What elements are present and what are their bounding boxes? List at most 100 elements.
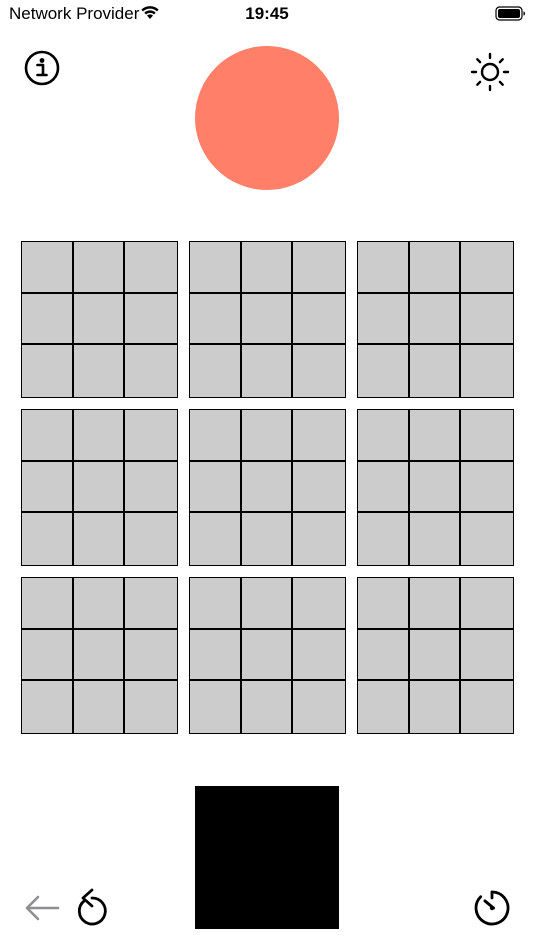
puzzle-cell[interactable]	[73, 461, 126, 514]
puzzle-cell[interactable]	[22, 293, 74, 346]
puzzle-cell[interactable]	[190, 410, 242, 462]
puzzle-block	[189, 409, 346, 566]
puzzle-cell[interactable]	[358, 513, 410, 565]
puzzle-cell[interactable]	[358, 629, 410, 682]
puzzle-cell[interactable]	[190, 461, 242, 514]
puzzle-cell[interactable]	[293, 629, 345, 682]
puzzle-cell[interactable]	[190, 293, 242, 346]
puzzle-cell[interactable]	[190, 629, 242, 682]
puzzle-cell[interactable]	[409, 578, 462, 630]
puzzle-cell[interactable]	[73, 293, 126, 346]
puzzle-cell[interactable]	[461, 345, 513, 397]
puzzle-cell[interactable]	[461, 681, 513, 733]
puzzle-cell[interactable]	[73, 242, 126, 294]
puzzle-cell[interactable]	[409, 293, 462, 346]
info-icon[interactable]	[24, 50, 60, 86]
puzzle-board	[21, 241, 514, 735]
puzzle-cell[interactable]	[358, 293, 410, 346]
puzzle-cell[interactable]	[293, 242, 345, 294]
puzzle-cell[interactable]	[293, 293, 345, 346]
puzzle-cell[interactable]	[22, 513, 74, 565]
puzzle-cell[interactable]	[125, 345, 177, 397]
timer-icon[interactable]	[472, 888, 512, 928]
puzzle-cell[interactable]	[461, 629, 513, 682]
puzzle-cell[interactable]	[190, 578, 242, 630]
puzzle-cell[interactable]	[22, 242, 74, 294]
puzzle-cell[interactable]	[73, 513, 126, 565]
puzzle-cell[interactable]	[461, 410, 513, 462]
puzzle-cell[interactable]	[22, 345, 74, 397]
puzzle-cell[interactable]	[358, 681, 410, 733]
puzzle-cell[interactable]	[73, 410, 126, 462]
puzzle-block	[21, 241, 178, 398]
puzzle-block	[189, 577, 346, 734]
puzzle-block	[21, 577, 178, 734]
puzzle-cell[interactable]	[125, 410, 177, 462]
puzzle-cell[interactable]	[293, 578, 345, 630]
puzzle-cell[interactable]	[293, 461, 345, 514]
puzzle-cell[interactable]	[461, 242, 513, 294]
puzzle-cell[interactable]	[22, 681, 74, 733]
target-color-circle	[195, 46, 339, 190]
puzzle-cell[interactable]	[409, 410, 462, 462]
puzzle-cell[interactable]	[22, 461, 74, 514]
puzzle-cell[interactable]	[73, 578, 126, 630]
puzzle-cell[interactable]	[409, 461, 462, 514]
puzzle-cell[interactable]	[73, 681, 126, 733]
puzzle-cell[interactable]	[125, 578, 177, 630]
puzzle-block	[357, 241, 514, 398]
puzzle-cell[interactable]	[409, 629, 462, 682]
puzzle-cell[interactable]	[461, 578, 513, 630]
puzzle-cell[interactable]	[241, 681, 294, 733]
puzzle-cell[interactable]	[461, 293, 513, 346]
puzzle-block	[21, 409, 178, 566]
puzzle-cell[interactable]	[241, 293, 294, 346]
puzzle-cell[interactable]	[125, 629, 177, 682]
puzzle-cell[interactable]	[293, 513, 345, 565]
puzzle-cell[interactable]	[125, 681, 177, 733]
puzzle-cell[interactable]	[358, 242, 410, 294]
puzzle-cell[interactable]	[293, 345, 345, 397]
puzzle-cell[interactable]	[461, 513, 513, 565]
puzzle-cell[interactable]	[409, 242, 462, 294]
current-color-preview	[195, 786, 339, 929]
puzzle-cell[interactable]	[190, 681, 242, 733]
puzzle-cell[interactable]	[241, 513, 294, 565]
puzzle-cell[interactable]	[358, 345, 410, 397]
undo-icon[interactable]	[72, 886, 112, 928]
puzzle-cell[interactable]	[190, 345, 242, 397]
puzzle-cell[interactable]	[409, 345, 462, 397]
puzzle-cell[interactable]	[293, 410, 345, 462]
puzzle-block	[189, 241, 346, 398]
puzzle-cell[interactable]	[125, 461, 177, 514]
puzzle-cell[interactable]	[190, 513, 242, 565]
puzzle-cell[interactable]	[73, 629, 126, 682]
puzzle-cell[interactable]	[358, 578, 410, 630]
puzzle-cell[interactable]	[125, 242, 177, 294]
status-bar: Network Provider 19:45	[0, 0, 534, 28]
puzzle-cell[interactable]	[73, 345, 126, 397]
arrow-left-icon[interactable]	[22, 890, 62, 926]
puzzle-cell[interactable]	[409, 513, 462, 565]
puzzle-cell[interactable]	[461, 461, 513, 514]
puzzle-cell[interactable]	[409, 681, 462, 733]
puzzle-cell[interactable]	[293, 681, 345, 733]
puzzle-block	[357, 577, 514, 734]
puzzle-cell[interactable]	[22, 578, 74, 630]
puzzle-cell[interactable]	[22, 410, 74, 462]
puzzle-cell[interactable]	[241, 345, 294, 397]
puzzle-cell[interactable]	[125, 513, 177, 565]
puzzle-cell[interactable]	[22, 629, 74, 682]
puzzle-cell[interactable]	[241, 410, 294, 462]
puzzle-cell[interactable]	[125, 293, 177, 346]
puzzle-cell[interactable]	[241, 629, 294, 682]
puzzle-block	[357, 409, 514, 566]
puzzle-cell[interactable]	[241, 578, 294, 630]
puzzle-cell[interactable]	[241, 242, 294, 294]
sun-icon[interactable]	[470, 52, 510, 92]
puzzle-cell[interactable]	[358, 461, 410, 514]
puzzle-cell[interactable]	[241, 461, 294, 514]
puzzle-cell[interactable]	[358, 410, 410, 462]
puzzle-cell[interactable]	[190, 242, 242, 294]
battery-icon	[495, 6, 527, 27]
